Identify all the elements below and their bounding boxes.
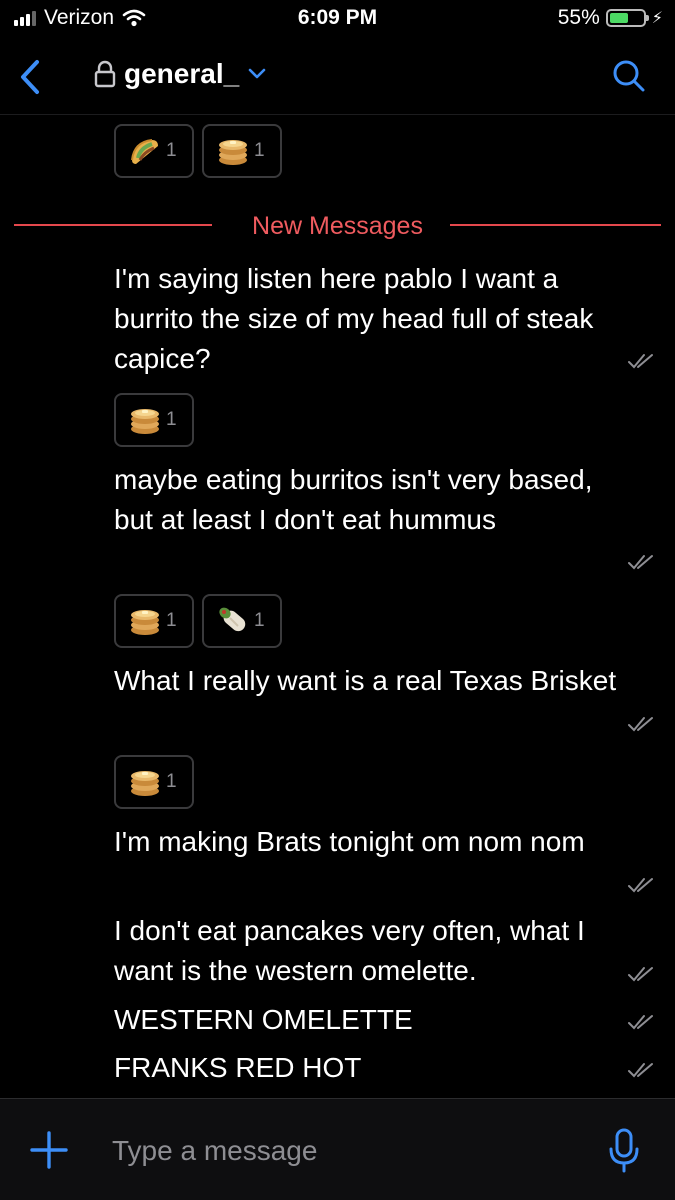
message-list[interactable]: 1 1 New Messages I'm saying listen here …: [0, 115, 675, 1095]
reaction-row: 1 1: [114, 594, 282, 648]
lock-icon: [94, 60, 116, 88]
reaction-pancakes[interactable]: 1: [114, 755, 194, 809]
double-check-icon: [628, 354, 653, 369]
reaction-count: 1: [166, 409, 177, 430]
reaction-pancakes[interactable]: 1: [202, 124, 282, 178]
message-text: I'm making Brats tonight om nom nom: [114, 826, 585, 857]
reaction-count: 1: [166, 610, 177, 631]
reaction-count: 1: [166, 140, 177, 161]
double-check-icon: [628, 555, 653, 570]
reaction-row: 1 1: [114, 124, 282, 178]
taco-icon: [131, 139, 158, 164]
divider-line-right: [450, 224, 661, 226]
message-composer: [0, 1099, 675, 1200]
double-check-icon: [628, 967, 653, 982]
search-icon: [613, 60, 645, 92]
status-bar: Verizon 6:09 PM 55% ⚡: [0, 0, 675, 40]
back-button[interactable]: [10, 52, 50, 102]
add-attachment-button[interactable]: [28, 1129, 70, 1171]
pancakes-icon: [131, 610, 159, 635]
reaction-burrito[interactable]: 1: [202, 594, 282, 648]
chevron-left-icon: [21, 60, 39, 94]
pancakes-icon: [131, 409, 159, 434]
reaction-count: 1: [254, 140, 265, 161]
channel-name: general_: [124, 58, 240, 89]
reaction-pancakes[interactable]: 1: [114, 393, 194, 447]
reaction-count: 1: [254, 610, 265, 631]
battery-percent: 55%: [557, 6, 600, 29]
new-messages-label: New Messages: [252, 212, 423, 240]
pancakes-icon: [131, 771, 159, 796]
status-right: 55% ⚡: [558, 6, 663, 30]
message-text: What I really want is a real Texas Brisk…: [114, 665, 617, 696]
message-text: maybe eating burritos isn't very based, …: [114, 464, 593, 535]
reaction-pancakes[interactable]: 1: [114, 594, 194, 648]
reaction-taco[interactable]: 1: [114, 124, 194, 178]
battery-icon: [605, 9, 649, 27]
channel-header: general_: [0, 42, 675, 114]
microphone-icon[interactable]: [606, 1127, 642, 1175]
message-input[interactable]: [110, 1125, 594, 1177]
charging-icon: ⚡: [651, 10, 663, 27]
new-messages-divider: New Messages: [14, 212, 661, 240]
reaction-row: 1: [114, 393, 194, 447]
message-text: WESTERN OMELETTE: [114, 1004, 413, 1035]
burrito-icon: [219, 607, 246, 632]
double-check-icon: [628, 717, 653, 732]
reaction-count: 1: [166, 771, 177, 792]
double-check-icon: [628, 1015, 653, 1030]
message-text: I don't eat pancakes very often, what I …: [114, 915, 585, 986]
pancakes-icon: [219, 140, 247, 165]
message-text: FRANKS RED HOT: [114, 1052, 362, 1083]
chevron-down-icon: [248, 68, 266, 79]
search-button[interactable]: [609, 56, 649, 96]
double-check-icon: [628, 878, 653, 893]
reaction-row: 1: [114, 755, 194, 809]
message-text: I'm saying listen here pablo I want a bu…: [114, 263, 594, 374]
channel-title-button[interactable]: general_: [94, 58, 267, 90]
double-check-icon: [628, 1063, 653, 1078]
